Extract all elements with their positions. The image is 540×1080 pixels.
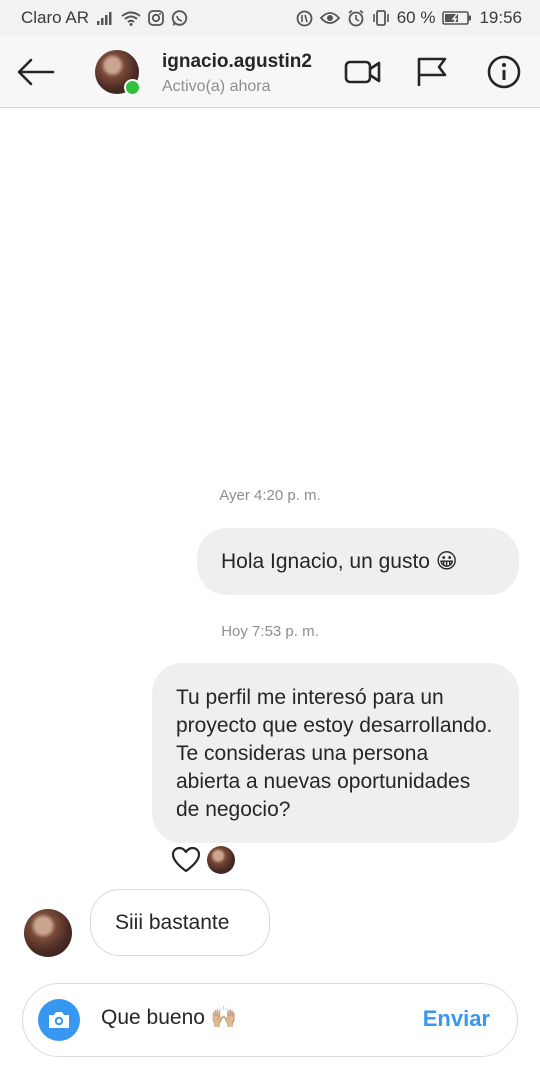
sent-message-bubble[interactable]: Tu perfil me interesó para un proyecto q…: [152, 663, 519, 843]
clock: 19:56: [479, 8, 522, 27]
vibrate-icon: [372, 10, 390, 26]
message-text: Hola Ignacio, un gusto 😀: [221, 550, 458, 573]
heart-icon: [171, 846, 201, 873]
message-timestamp: Ayer 4:20 p. m.: [219, 487, 321, 504]
camera-icon: [49, 1012, 69, 1028]
video-call-icon: [344, 60, 381, 84]
status-bar-right: 60 % 19:56: [296, 8, 522, 28]
info-icon: [487, 55, 521, 89]
video-call-button[interactable]: [343, 54, 383, 90]
whatsapp-notification-icon: [171, 9, 188, 27]
reactor-avatar: [207, 846, 235, 874]
message-text: Siii bastante: [115, 911, 230, 934]
camera-button[interactable]: [38, 999, 80, 1041]
message-input[interactable]: Que bueno 🙌🏼: [101, 1006, 237, 1030]
sent-message-bubble[interactable]: Hola Ignacio, un gusto 😀: [197, 528, 519, 595]
battery-charging-icon: [442, 10, 472, 26]
wifi-icon: [121, 11, 141, 26]
presence-status: Activo(a) ahora: [162, 78, 271, 95]
chat-header: ignacio.agustin2 Activo(a) ahora: [0, 36, 540, 108]
info-button[interactable]: [484, 54, 524, 90]
online-indicator: [124, 79, 141, 96]
flag-icon: [417, 57, 447, 86]
signal-icon: [96, 11, 114, 25]
message-reactions[interactable]: [171, 846, 235, 874]
username[interactable]: ignacio.agustin2: [162, 51, 312, 73]
message-text: Tu perfil me interesó para un proyecto q…: [176, 686, 493, 821]
instagram-notification-icon: [148, 10, 164, 26]
alarm-icon: [347, 9, 365, 27]
sender-avatar[interactable]: [24, 909, 72, 957]
message-composer: Que bueno 🙌🏼 Enviar: [22, 983, 518, 1057]
status-bar-left: Claro AR: [21, 8, 188, 28]
send-button[interactable]: Enviar: [423, 1006, 490, 1032]
carrier-label: Claro AR: [21, 8, 90, 27]
report-flag-button[interactable]: [412, 54, 452, 90]
back-button[interactable]: [14, 52, 58, 92]
status-bar: Claro AR 60 % 19:56: [0, 0, 540, 36]
battery-percent: 60 %: [396, 8, 436, 27]
profile-avatar[interactable]: [95, 50, 141, 96]
eye-comfort-icon: [319, 11, 340, 25]
back-arrow-icon: [17, 58, 55, 86]
received-message-bubble[interactable]: Siii bastante: [90, 889, 270, 956]
message-timestamp: Hoy 7:53 p. m.: [221, 623, 319, 640]
data-saver-icon: [296, 10, 313, 27]
